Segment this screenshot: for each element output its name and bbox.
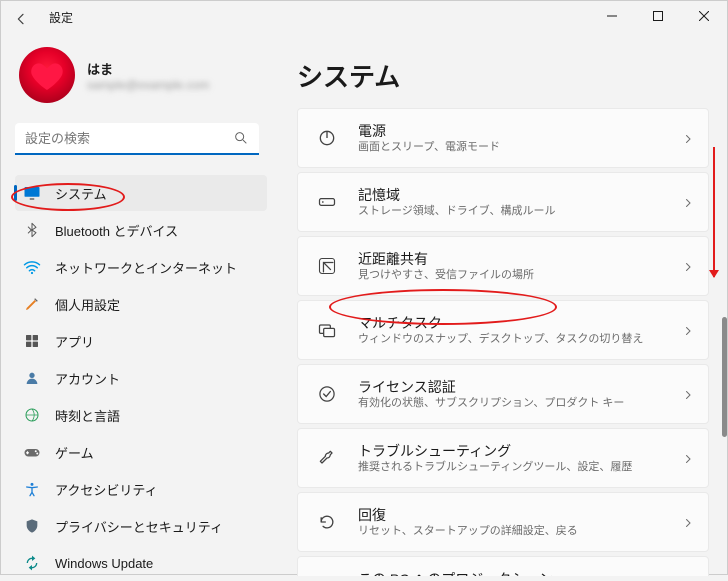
accounts-icon [23,369,41,387]
network-icon [23,258,41,276]
search-box[interactable] [15,123,259,155]
sidebar-item-label: アクセシビリティ [55,480,158,499]
time-language-icon [23,406,41,424]
maximize-button[interactable] [635,1,681,31]
minimize-button[interactable] [589,1,635,31]
sidebar-item-label: 時刻と言語 [55,406,120,425]
card-title: ライセンス認証 [358,378,682,396]
windows-update-icon [23,554,41,572]
card-title: トラブルシューティング [358,442,682,460]
card-desc: 見つけやすさ、受信ファイルの場所 [358,268,682,282]
apps-icon [23,332,41,350]
chevron-right-icon [682,324,694,336]
card-desc: 画面とスリープ、電源モード [358,140,682,154]
card-title: 近距離共有 [358,250,682,268]
back-button[interactable] [13,11,31,29]
sidebar: はま sample@example.com システム Bluetooth とデバ… [1,37,279,576]
sidebar-item-label: アカウント [55,369,120,388]
settings-list: 電源画面とスリープ、電源モード 記憶域ストレージ領域、ドライブ、構成ルール 近距… [297,108,727,576]
sidebar-item-label: ゲーム [55,443,94,462]
sidebar-item-system[interactable]: システム [15,175,267,211]
multitasking-icon [316,319,338,341]
sidebar-item-label: ネットワークとインターネット [55,258,237,277]
card-troubleshoot[interactable]: トラブルシューティング推奨されるトラブルシューティングツール、設定、履歴 [297,428,709,488]
sidebar-item-network[interactable]: ネットワークとインターネット [15,249,267,285]
window-title: 設定 [49,9,73,26]
scrollbar-thumb[interactable] [722,317,727,437]
share-icon [316,255,338,277]
chevron-right-icon [682,516,694,528]
chevron-right-icon [682,388,694,400]
power-icon [316,127,338,149]
card-desc: 推奨されるトラブルシューティングツール、設定、履歴 [358,460,682,474]
sidebar-item-privacy[interactable]: プライバシーとセキュリティ [15,508,267,544]
card-activation[interactable]: ライセンス認証有効化の状態、サブスクリプション、プロダクト キー [297,364,709,424]
titlebar: 設定 [1,1,727,37]
privacy-icon [23,517,41,535]
chevron-right-icon [682,132,694,144]
card-desc: ウィンドウのスナップ、デスクトップ、タスクの切り替え [358,332,682,346]
profile-name: はま [87,59,209,78]
sidebar-item-personalization[interactable]: 個人用設定 [15,286,267,322]
activation-icon [316,383,338,405]
card-projection[interactable]: この PC へのプロジェクションアクセス許可、ペアリング PIN、見つけやすさ [297,556,709,576]
sidebar-item-label: アプリ [55,332,94,351]
card-nearby-sharing[interactable]: 近距離共有見つけやすさ、受信ファイルの場所 [297,236,709,296]
close-button[interactable] [681,1,727,31]
card-multitasking[interactable]: マルチタスクウィンドウのスナップ、デスクトップ、タスクの切り替え [297,300,709,360]
card-desc: リセット、スタートアップの詳細設定、戻る [358,524,682,538]
nav: システム Bluetooth とデバイス ネットワークとインターネット 個人用設… [15,175,267,581]
chevron-right-icon [682,260,694,272]
card-recovery[interactable]: 回復リセット、スタートアップの詳細設定、戻る [297,492,709,552]
sidebar-item-windows-update[interactable]: Windows Update [15,545,267,581]
annotation-arrow [713,147,715,277]
card-title: 電源 [358,122,682,140]
card-title: この PC へのプロジェクション [358,570,682,576]
sidebar-item-label: Bluetooth とデバイス [55,221,178,240]
sidebar-item-bluetooth[interactable]: Bluetooth とデバイス [15,212,267,248]
sidebar-item-label: Windows Update [55,556,153,571]
sidebar-item-label: 個人用設定 [55,295,120,314]
sidebar-item-accessibility[interactable]: アクセシビリティ [15,471,267,507]
card-desc: 有効化の状態、サブスクリプション、プロダクト キー [358,396,682,410]
card-title: 回復 [358,506,682,524]
chevron-right-icon [682,196,694,208]
card-storage[interactable]: 記憶域ストレージ領域、ドライブ、構成ルール [297,172,709,232]
search-input[interactable] [25,131,233,146]
search-icon [233,130,249,146]
bluetooth-icon [23,221,41,239]
card-desc: ストレージ領域、ドライブ、構成ルール [358,204,682,218]
recovery-icon [316,511,338,533]
system-icon [23,184,41,202]
sidebar-item-gaming[interactable]: ゲーム [15,434,267,470]
projection-icon [316,575,338,576]
gaming-icon [23,443,41,461]
card-title: マルチタスク [358,314,682,332]
sidebar-item-time-language[interactable]: 時刻と言語 [15,397,267,433]
profile-email: sample@example.com [87,78,209,92]
profile[interactable]: はま sample@example.com [19,47,279,103]
sidebar-item-accounts[interactable]: アカウント [15,360,267,396]
sidebar-item-label: システム [55,184,107,203]
card-power[interactable]: 電源画面とスリープ、電源モード [297,108,709,168]
accessibility-icon [23,480,41,498]
page-title: システム [297,57,727,94]
chevron-right-icon [682,452,694,464]
sidebar-item-label: プライバシーとセキュリティ [55,517,223,536]
troubleshoot-icon [316,447,338,469]
personalization-icon [23,295,41,313]
storage-icon [316,191,338,213]
avatar [19,47,75,103]
main: システム 電源画面とスリープ、電源モード 記憶域ストレージ領域、ドライブ、構成ル… [279,37,727,576]
card-title: 記憶域 [358,186,682,204]
sidebar-item-apps[interactable]: アプリ [15,323,267,359]
